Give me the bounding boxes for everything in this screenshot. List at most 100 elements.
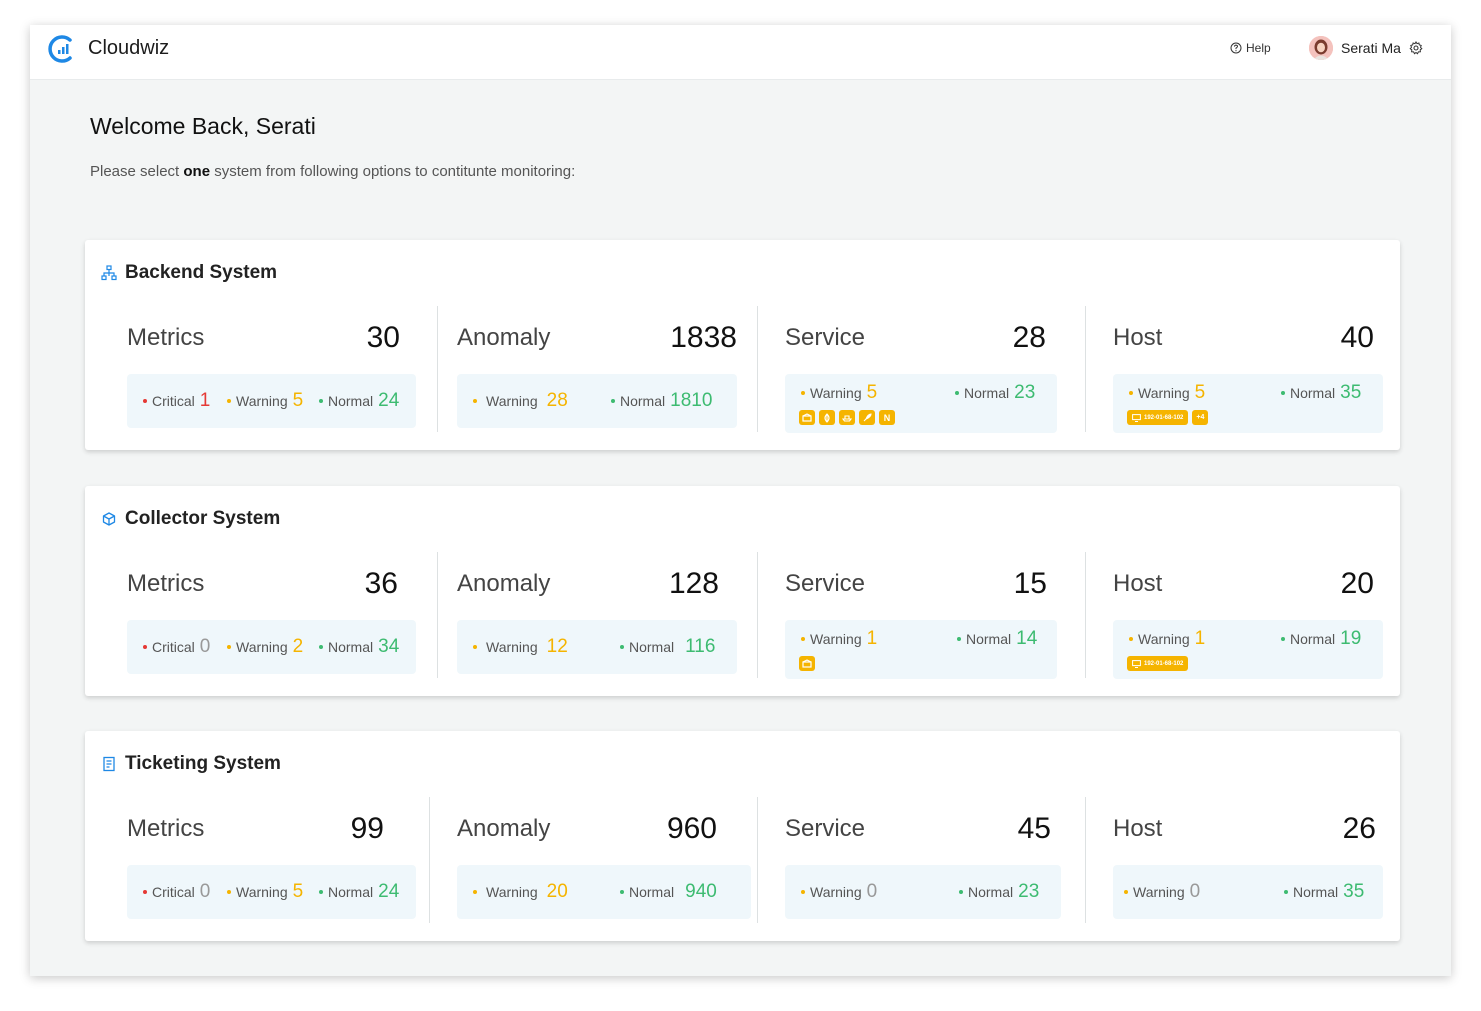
- app-window: Cloudwiz Help Serati Ma Welcome Back, Se…: [30, 25, 1451, 976]
- card-title: Ticketing System: [101, 753, 281, 775]
- avatar[interactable]: [1309, 36, 1333, 60]
- system-card-backend[interactable]: Backend System Metrics 30 Critical 1 Warn…: [85, 240, 1400, 450]
- warning-stat[interactable]: Warning 5: [1129, 382, 1205, 404]
- normal-stat[interactable]: Normal 24: [319, 390, 399, 412]
- help-button[interactable]: Help: [1230, 41, 1271, 55]
- warning-stat[interactable]: Warning 5: [227, 390, 303, 412]
- normal-stat[interactable]: Normal 19: [1281, 628, 1361, 650]
- warning-dot: [801, 890, 805, 894]
- normal-stat[interactable]: Normal 24: [319, 881, 399, 903]
- warning-count: 0: [866, 881, 878, 902]
- metrics-stat-box: Critical 0 Warning 5 Normal 24: [127, 865, 416, 919]
- warning-dot: [801, 391, 805, 395]
- normal-stat[interactable]: Normal 14: [957, 628, 1037, 650]
- service-stat-box: Warning 1 Normal 14: [785, 620, 1057, 679]
- section-divider: [437, 552, 438, 678]
- boat-icon[interactable]: [839, 410, 855, 425]
- host-section[interactable]: Host 20 Warning 1 Normal 19 192-01-68-102: [1113, 552, 1383, 679]
- box-icon[interactable]: [799, 656, 815, 671]
- system-card-collector[interactable]: Collector System Metrics 36 Critical 0 Wa…: [85, 486, 1400, 696]
- warning-label: Warning: [486, 884, 538, 900]
- subtitle-bold: one: [183, 163, 211, 180]
- normal-label: Normal: [966, 631, 1012, 647]
- normal-stat[interactable]: Normal 116: [620, 636, 715, 658]
- brand-name: Cloudwiz: [88, 37, 170, 59]
- host-ip-chip[interactable]: 192-01-68-102: [1127, 410, 1189, 425]
- host-stat-box: Warning 5 Normal 35 192-01-68-102 +4: [1113, 374, 1383, 433]
- section-divider: [757, 306, 758, 432]
- metrics-label: Metrics: [127, 324, 205, 351]
- warning-stat[interactable]: Warning 20: [473, 881, 568, 903]
- normal-stat[interactable]: Normal 35: [1281, 382, 1361, 404]
- host-section[interactable]: Host 26 Warning 0 Normal 35: [1113, 797, 1383, 923]
- warning-dot: [227, 645, 231, 649]
- critical-count: 0: [199, 881, 211, 902]
- anomaly-stat-box: Warning 20 Normal 940: [457, 865, 751, 919]
- metrics-stat-box: Critical 0 Warning 2 Normal 34: [127, 620, 416, 674]
- normal-dot: [957, 637, 961, 641]
- warning-count: 5: [1194, 382, 1206, 403]
- critical-stat[interactable]: Critical 0: [143, 636, 210, 658]
- warning-stat[interactable]: Warning 28: [473, 390, 568, 412]
- service-chip-n[interactable]: N: [879, 410, 895, 425]
- metrics-total: 30: [366, 321, 400, 354]
- host-more-chip[interactable]: +4: [1192, 410, 1209, 425]
- metrics-section[interactable]: Metrics 36 Critical 0 Warning 2 Normal 34: [127, 552, 416, 678]
- anomaly-section[interactable]: Anomaly 1838 Warning 28 Normal 1810: [457, 306, 737, 432]
- normal-label: Normal: [1290, 631, 1336, 647]
- warning-stat[interactable]: Warning 5: [801, 382, 877, 404]
- leaf-icon[interactable]: [819, 410, 835, 425]
- warning-stat[interactable]: Warning 1: [801, 628, 877, 650]
- metrics-section[interactable]: Metrics 99 Critical 0 Warning 5 Normal 24: [127, 797, 416, 923]
- host-ip-chip[interactable]: 192-01-68-102: [1127, 656, 1189, 671]
- metrics-section[interactable]: Metrics 30 Critical 1 Warning 5 Normal 24: [127, 306, 416, 432]
- warning-label: Warning: [1133, 884, 1185, 900]
- service-section[interactable]: Service 28 Warning 5 Normal 23 N: [785, 306, 1057, 433]
- critical-stat[interactable]: Critical 1: [143, 390, 210, 412]
- anomaly-section[interactable]: Anomaly 128 Warning 12 Normal 116: [457, 552, 737, 678]
- feather-icon[interactable]: [859, 410, 875, 425]
- warning-count: 2: [292, 636, 304, 657]
- normal-stat[interactable]: Normal 940: [620, 881, 717, 903]
- user-menu[interactable]: Serati Ma: [1309, 36, 1423, 60]
- section-divider: [1085, 552, 1086, 678]
- warning-stat[interactable]: Warning 0: [1124, 881, 1200, 903]
- host-section[interactable]: Host 40 Warning 5 Normal 35 192-01-68-102 …: [1113, 306, 1383, 433]
- warning-stat[interactable]: Warning 1: [1129, 628, 1205, 650]
- warning-count: 5: [292, 390, 304, 411]
- warning-count: 0: [1189, 881, 1201, 902]
- normal-dot: [611, 399, 615, 403]
- warning-stat[interactable]: Warning 2: [227, 636, 303, 658]
- warning-stat[interactable]: Warning 0: [801, 881, 877, 903]
- normal-count: 940: [685, 881, 717, 902]
- host-stat-box: Warning 1 Normal 19 192-01-68-102: [1113, 620, 1383, 679]
- page-subtitle: Please select one system from following …: [90, 163, 575, 180]
- anomaly-label: Anomaly: [457, 815, 551, 842]
- normal-stat[interactable]: Normal 23: [959, 881, 1039, 903]
- critical-stat[interactable]: Critical 0: [143, 881, 210, 903]
- normal-stat[interactable]: Normal 35: [1284, 881, 1364, 903]
- normal-stat[interactable]: Normal 23: [955, 382, 1035, 404]
- service-section[interactable]: Service 15 Warning 1 Normal 14: [785, 552, 1057, 679]
- settings-button[interactable]: [1409, 41, 1423, 55]
- warning-stat[interactable]: Warning 5: [227, 881, 303, 903]
- warning-stat[interactable]: Warning 12: [473, 636, 568, 658]
- host-stat-box: Warning 0 Normal 35: [1113, 865, 1383, 919]
- service-section[interactable]: Service 45 Warning 0 Normal 23: [785, 797, 1061, 923]
- normal-dot: [319, 645, 323, 649]
- critical-label: Critical: [152, 884, 195, 900]
- system-card-ticketing[interactable]: Ticketing System Metrics 99 Critical 0 Wa…: [85, 731, 1400, 941]
- service-label: Service: [785, 324, 866, 351]
- normal-stat[interactable]: Normal 1810: [611, 390, 712, 412]
- anomaly-section[interactable]: Anomaly 960 Warning 20 Normal 940: [457, 797, 751, 923]
- normal-stat[interactable]: Normal 34: [319, 636, 399, 658]
- metrics-label: Metrics: [127, 815, 205, 842]
- normal-dot: [1281, 391, 1285, 395]
- cloudwiz-logo-icon[interactable]: [46, 33, 78, 65]
- host-ip-label: 192-01-68-102: [1144, 660, 1184, 667]
- section-divider: [757, 552, 758, 678]
- normal-label: Normal: [328, 639, 374, 655]
- box-icon[interactable]: [799, 410, 815, 425]
- subtitle-post: system from following options to contitu…: [210, 163, 576, 180]
- normal-label: Normal: [964, 385, 1010, 401]
